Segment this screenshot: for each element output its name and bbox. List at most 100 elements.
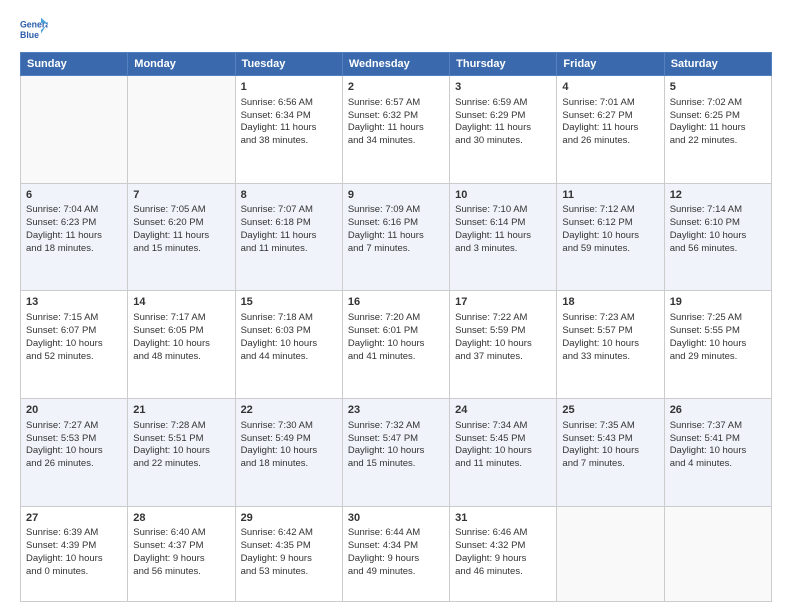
day-info: Sunrise: 7:05 AMSunset: 6:20 PMDaylight:… [133, 204, 229, 255]
day-cell [664, 506, 771, 601]
day-number: 8 [241, 188, 337, 203]
day-info: Sunrise: 7:10 AMSunset: 6:14 PMDaylight:… [455, 204, 551, 255]
week-row-1: 1 Sunrise: 6:56 AMSunset: 6:34 PMDaylight… [21, 76, 772, 184]
day-info: Sunrise: 6:42 AMSunset: 4:35 PMDaylight:… [241, 527, 337, 578]
day-cell: 29Sunrise: 6:42 AMSunset: 4:35 PMDayligh… [235, 506, 342, 601]
week-row-2: 6Sunrise: 7:04 AMSunset: 6:23 PMDaylight… [21, 183, 772, 291]
day-cell: 11Sunrise: 7:12 AMSunset: 6:12 PMDayligh… [557, 183, 664, 291]
day-cell: 17Sunrise: 7:22 AMSunset: 5:59 PMDayligh… [450, 291, 557, 399]
week-row-5: 27Sunrise: 6:39 AMSunset: 4:39 PMDayligh… [21, 506, 772, 601]
day-number: 17 [455, 295, 551, 310]
day-cell: 1 Sunrise: 6:56 AMSunset: 6:34 PMDaylight… [235, 76, 342, 184]
day-cell [21, 76, 128, 184]
day-cell: 25 Sunrise: 7:35 AMSunset: 5:43 PMDayligh… [557, 398, 664, 506]
day-cell: 3Sunrise: 6:59 AMSunset: 6:29 PMDaylight… [450, 76, 557, 184]
day-info: Sunrise: 7:34 AMSunset: 5:45 PMDaylight:… [455, 420, 551, 471]
day-cell: 23 Sunrise: 7:32 AMSunset: 5:47 PMDayligh… [342, 398, 449, 506]
day-number: 28 [133, 511, 229, 526]
day-number: 13 [26, 295, 122, 310]
day-cell: 2Sunrise: 6:57 AMSunset: 6:32 PMDaylight… [342, 76, 449, 184]
week-row-4: 20Sunrise: 7:27 AMSunset: 5:53 PMDayligh… [21, 398, 772, 506]
day-info: Sunrise: 7:27 AMSunset: 5:53 PMDaylight:… [26, 420, 122, 471]
day-info: Sunrise: 7:30 AMSunset: 5:49 PMDaylight:… [241, 420, 337, 471]
day-number: 6 [26, 188, 122, 203]
day-info: Sunrise: 7:37 AMSunset: 5:41 PMDaylight:… [670, 420, 766, 471]
day-info: Sunrise: 7:32 AMSunset: 5:47 PMDaylight:… [348, 420, 444, 471]
day-info: Sunrise: 7:25 AMSunset: 5:55 PMDaylight:… [670, 312, 766, 363]
day-number: 11 [562, 188, 658, 203]
day-info: Sunrise: 7:02 AMSunset: 6:25 PMDaylight:… [670, 97, 766, 148]
day-info: Sunrise: 7:14 AMSunset: 6:10 PMDaylight:… [670, 204, 766, 255]
header: General Blue [20, 16, 772, 44]
day-info: Sunrise: 7:35 AMSunset: 5:43 PMDaylight:… [562, 420, 658, 471]
day-cell: 26 Sunrise: 7:37 AMSunset: 5:41 PMDayligh… [664, 398, 771, 506]
day-number: 27 [26, 511, 122, 526]
day-number: 21 [133, 403, 229, 418]
day-info: Sunrise: 6:40 AMSunset: 4:37 PMDaylight:… [133, 527, 229, 578]
day-number: 4 [562, 80, 658, 95]
day-cell: 7Sunrise: 7:05 AMSunset: 6:20 PMDaylight… [128, 183, 235, 291]
day-cell: 27Sunrise: 6:39 AMSunset: 4:39 PMDayligh… [21, 506, 128, 601]
day-number: 22 [241, 403, 337, 418]
day-info: Sunrise: 7:23 AMSunset: 5:57 PMDaylight:… [562, 312, 658, 363]
calendar-header-row: SundayMondayTuesdayWednesdayThursdayFrid… [21, 53, 772, 76]
day-cell: 30Sunrise: 6:44 AMSunset: 4:34 PMDayligh… [342, 506, 449, 601]
day-cell: 22 Sunrise: 7:30 AMSunset: 5:49 PMDayligh… [235, 398, 342, 506]
day-info: Sunrise: 6:44 AMSunset: 4:34 PMDaylight:… [348, 527, 444, 578]
day-info: Sunrise: 6:39 AMSunset: 4:39 PMDaylight:… [26, 527, 122, 578]
calendar-body: 1 Sunrise: 6:56 AMSunset: 6:34 PMDaylight… [21, 76, 772, 602]
day-number: 25 [562, 403, 658, 418]
day-header-sunday: Sunday [21, 53, 128, 76]
day-number: 19 [670, 295, 766, 310]
day-header-tuesday: Tuesday [235, 53, 342, 76]
day-cell: 12Sunrise: 7:14 AMSunset: 6:10 PMDayligh… [664, 183, 771, 291]
day-header-thursday: Thursday [450, 53, 557, 76]
day-cell: 4Sunrise: 7:01 AMSunset: 6:27 PMDaylight… [557, 76, 664, 184]
day-number: 10 [455, 188, 551, 203]
day-cell: 16 Sunrise: 7:20 AMSunset: 6:01 PMDayligh… [342, 291, 449, 399]
day-cell: 10Sunrise: 7:10 AMSunset: 6:14 PMDayligh… [450, 183, 557, 291]
day-info: Sunrise: 7:15 AMSunset: 6:07 PMDaylight:… [26, 312, 122, 363]
logo-icon: General Blue [20, 16, 48, 44]
day-number: 31 [455, 511, 551, 526]
day-cell: 8Sunrise: 7:07 AMSunset: 6:18 PMDaylight… [235, 183, 342, 291]
day-header-saturday: Saturday [664, 53, 771, 76]
day-cell: 13 Sunrise: 7:15 AMSunset: 6:07 PMDayligh… [21, 291, 128, 399]
day-header-monday: Monday [128, 53, 235, 76]
day-number: 16 [348, 295, 444, 310]
day-cell [557, 506, 664, 601]
day-info: Sunrise: 7:09 AMSunset: 6:16 PMDaylight:… [348, 204, 444, 255]
day-cell: 9Sunrise: 7:09 AMSunset: 6:16 PMDaylight… [342, 183, 449, 291]
day-number: 24 [455, 403, 551, 418]
day-info: Sunrise: 7:04 AMSunset: 6:23 PMDaylight:… [26, 204, 122, 255]
svg-text:Blue: Blue [20, 30, 39, 40]
day-number: 15 [241, 295, 337, 310]
day-info: Sunrise: 6:59 AMSunset: 6:29 PMDaylight:… [455, 97, 551, 148]
day-number: 9 [348, 188, 444, 203]
day-number: 23 [348, 403, 444, 418]
week-row-3: 13 Sunrise: 7:15 AMSunset: 6:07 PMDayligh… [21, 291, 772, 399]
day-cell: 6Sunrise: 7:04 AMSunset: 6:23 PMDaylight… [21, 183, 128, 291]
day-number: 5 [670, 80, 766, 95]
day-cell: 21Sunrise: 7:28 AMSunset: 5:51 PMDayligh… [128, 398, 235, 506]
day-info: Sunrise: 7:17 AMSunset: 6:05 PMDaylight:… [133, 312, 229, 363]
day-number: 30 [348, 511, 444, 526]
day-info: Sunrise: 6:56 AMSunset: 6:34 PMDaylight:… [241, 97, 337, 148]
calendar-table: SundayMondayTuesdayWednesdayThursdayFrid… [20, 52, 772, 602]
day-number: 26 [670, 403, 766, 418]
day-cell: 28Sunrise: 6:40 AMSunset: 4:37 PMDayligh… [128, 506, 235, 601]
day-cell: 18 Sunrise: 7:23 AMSunset: 5:57 PMDayligh… [557, 291, 664, 399]
day-number: 14 [133, 295, 229, 310]
day-cell: 20Sunrise: 7:27 AMSunset: 5:53 PMDayligh… [21, 398, 128, 506]
day-cell [128, 76, 235, 184]
day-header-friday: Friday [557, 53, 664, 76]
day-info: Sunrise: 7:20 AMSunset: 6:01 PMDaylight:… [348, 312, 444, 363]
day-number: 1 [241, 80, 337, 95]
day-number: 18 [562, 295, 658, 310]
day-cell: 31Sunrise: 6:46 AMSunset: 4:32 PMDayligh… [450, 506, 557, 601]
day-number: 2 [348, 80, 444, 95]
day-number: 7 [133, 188, 229, 203]
day-cell: 24 Sunrise: 7:34 AMSunset: 5:45 PMDayligh… [450, 398, 557, 506]
day-cell: 19 Sunrise: 7:25 AMSunset: 5:55 PMDayligh… [664, 291, 771, 399]
day-info: Sunrise: 7:12 AMSunset: 6:12 PMDaylight:… [562, 204, 658, 255]
